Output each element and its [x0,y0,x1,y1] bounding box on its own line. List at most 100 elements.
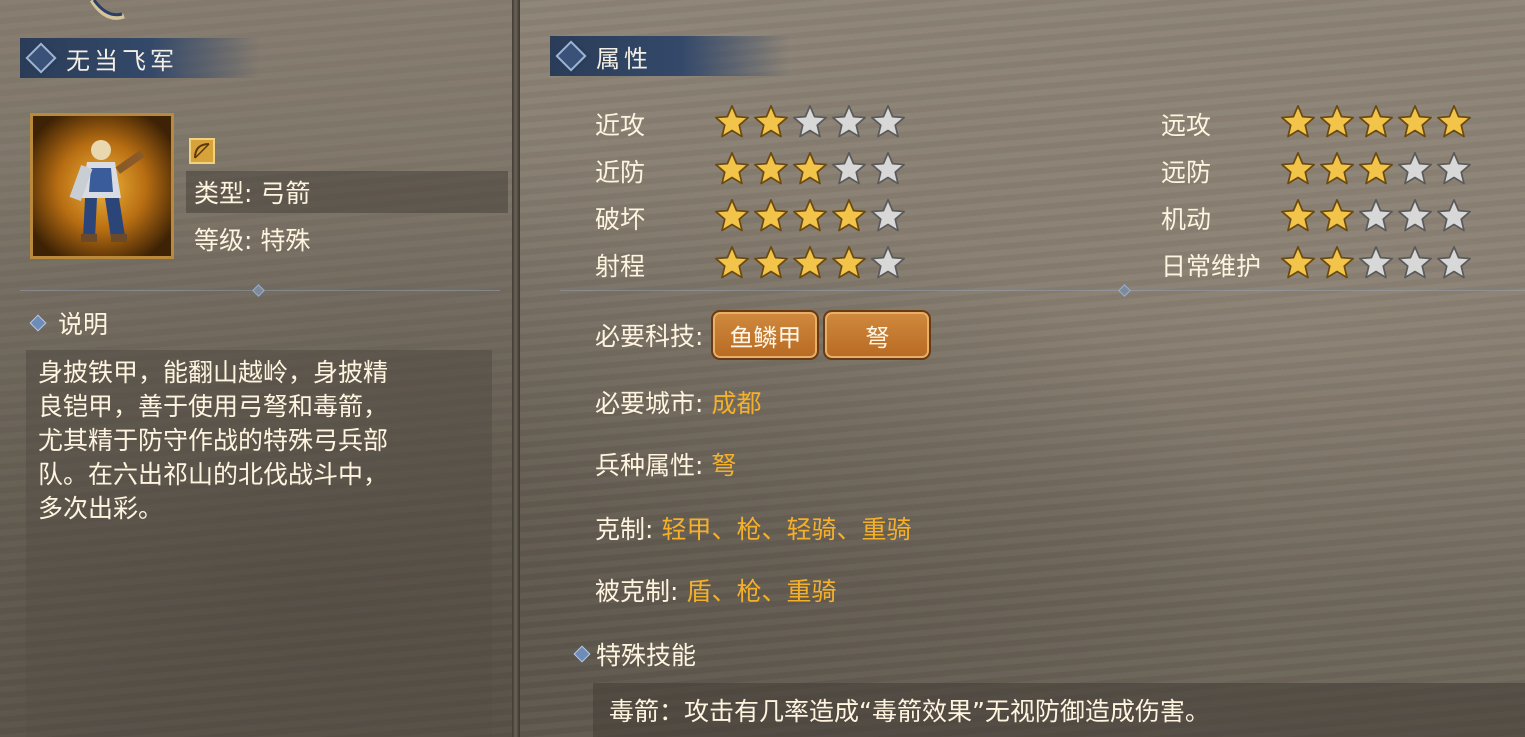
attribute-row: 破坏 [595,196,908,240]
required-city-label: 必要城市: [595,389,704,418]
required-tech-label: 必要科技: [595,322,704,351]
attribute-label: 远防 [1161,158,1212,187]
special-skill-header: 特殊技能 [573,636,697,672]
star-filled-icon [791,150,830,192]
star-filled-icon [1279,197,1318,239]
description-header-text: 说明 [58,310,109,339]
star-filled-icon [830,244,869,286]
star-filled-icon [1318,103,1357,145]
star-empty-icon [1357,197,1396,239]
required-city-row: 必要城市: 成都 [595,384,761,420]
attributes-title: 属性 [596,44,652,73]
star-filled-icon [752,150,791,192]
star-rating [713,150,908,192]
attribute-row: 机动 [1161,196,1474,240]
description-line: 身披铁甲，能翻山越岭，身披精 [38,358,389,387]
star-empty-icon [1396,150,1435,192]
unit-portrait [30,113,174,259]
special-skill-diamond-icon [573,645,591,663]
troop-attribute-value: 弩 [711,451,737,480]
archer-class-icon [189,138,215,164]
star-empty-icon [869,103,908,145]
description-line: 队。在六出祁山的北伐战斗中， [38,460,389,489]
star-filled-icon [1435,103,1474,145]
required-tech-row: 必要科技: 鱼鳞甲 弩 [595,310,932,360]
special-skill-box: 毒箭：攻击有几率造成“毒箭效果”无视防御造成伤害。 [593,683,1525,737]
star-empty-icon [1435,150,1474,192]
star-empty-icon [1357,244,1396,286]
attribute-row: 近防 [595,149,908,193]
star-rating [1279,244,1474,286]
description-diamond-icon [29,314,47,332]
special-skill-header-text: 特殊技能 [596,641,697,670]
star-rating [713,103,908,145]
star-filled-icon [713,197,752,239]
archer-portrait-icon [69,140,145,242]
attribute-row: 日常维护 [1161,243,1474,287]
star-filled-icon [1279,150,1318,192]
attribute-label: 机动 [1161,205,1212,234]
unit-type: 类型: 弓箭 [186,171,508,213]
star-filled-icon [752,103,791,145]
countered-by-row: 被克制: 盾、枪、重骑 [595,572,836,608]
unit-name: 无当飞军 [66,46,178,75]
attribute-row: 射程 [595,243,908,287]
description-header: 说明 [29,305,109,341]
attribute-label: 近防 [595,158,646,187]
star-filled-icon [752,244,791,286]
star-filled-icon [752,197,791,239]
star-filled-icon [1318,244,1357,286]
attribute-label: 射程 [595,252,646,281]
required-city-value[interactable]: 成都 [711,384,761,420]
star-filled-icon [713,103,752,145]
attribute-label: 远攻 [1161,111,1212,140]
star-empty-icon [869,197,908,239]
star-filled-icon [1318,150,1357,192]
counters-value: 轻甲、枪、轻骑、重骑 [661,515,912,544]
star-rating [1279,197,1474,239]
star-filled-icon [791,244,830,286]
star-filled-icon [830,197,869,239]
special-skill-text: 毒箭：攻击有几率造成“毒箭效果”无视防御造成伤害。 [609,697,1210,726]
attributes-diamond-icon [555,40,587,72]
star-rating [1279,103,1474,145]
star-filled-icon [1357,103,1396,145]
unit-type-text: 类型: 弓箭 [194,179,311,208]
attributes-separator-line [560,284,1525,297]
star-empty-icon [1396,244,1435,286]
tech-button-crossbow[interactable]: 弩 [823,310,932,360]
attribute-label: 破坏 [595,205,646,234]
description-text-box: 身披铁甲，能翻山越岭，身披精 良铠甲，善于使用弓弩和毒箭， 尤其精于防守作战的特… [26,350,492,737]
star-filled-icon [1279,103,1318,145]
star-empty-icon [1435,197,1474,239]
star-empty-icon [1396,197,1435,239]
bow-tip-icon [89,0,125,20]
unit-level: 等级: 特殊 [186,218,508,260]
unit-level-text: 等级: 特殊 [194,226,311,255]
description-line: 尤其精于防守作战的特殊弓兵部 [38,426,389,455]
attribute-label: 日常维护 [1161,252,1262,281]
troop-attribute-row: 兵种属性: 弩 [595,446,736,482]
star-filled-icon [1357,150,1396,192]
countered-by-label: 被克制: [595,577,679,606]
unit-name-bar: 无当飞军 [20,38,260,78]
attribute-row: 近攻 [595,102,908,146]
unit-info-panel: 无当飞军 类型: 弓箭 等级: 特殊 说明 身披铁甲，能翻山越岭，身披精 良铠甲… [0,0,512,737]
attribute-row: 远防 [1161,149,1474,193]
counters-row: 克制: 轻甲、枪、轻骑、重骑 [595,510,911,546]
title-diamond-icon [25,42,57,74]
star-empty-icon [830,150,869,192]
troop-attribute-label: 兵种属性: [595,451,704,480]
star-filled-icon [1279,244,1318,286]
tech-button-fish-scale-armor[interactable]: 鱼鳞甲 [711,310,820,360]
star-filled-icon [1318,197,1357,239]
star-empty-icon [869,150,908,192]
star-rating [1279,150,1474,192]
attribute-row: 远攻 [1161,102,1474,146]
star-filled-icon [1396,103,1435,145]
star-rating [713,197,908,239]
star-empty-icon [830,103,869,145]
star-filled-icon [791,197,830,239]
panel-divider [512,0,520,737]
attribute-label: 近攻 [595,111,646,140]
